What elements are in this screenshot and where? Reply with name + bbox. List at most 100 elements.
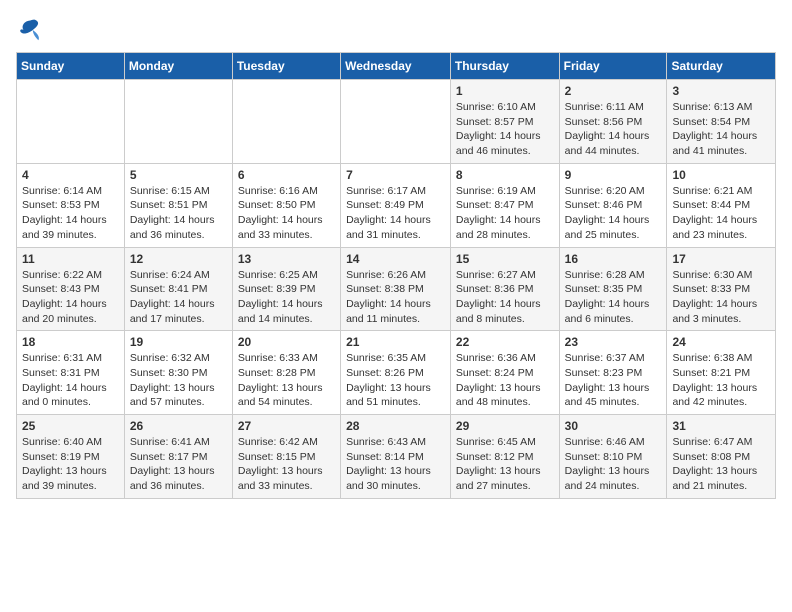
calendar-header-thursday: Thursday bbox=[450, 53, 559, 80]
day-info: Sunrise: 6:47 AM Sunset: 8:08 PM Dayligh… bbox=[672, 435, 770, 494]
day-number: 28 bbox=[346, 419, 445, 433]
calendar-cell: 13 Sunrise: 6:25 AM Sunset: 8:39 PM Dayli… bbox=[232, 247, 340, 331]
day-number: 19 bbox=[130, 335, 227, 349]
day-info: Sunrise: 6:17 AM Sunset: 8:49 PM Dayligh… bbox=[346, 184, 445, 243]
calendar-week-row: 4 Sunrise: 6:14 AM Sunset: 8:53 PM Daylig… bbox=[17, 163, 776, 247]
day-info: Sunrise: 6:20 AM Sunset: 8:46 PM Dayligh… bbox=[565, 184, 662, 243]
calendar-header-row: SundayMondayTuesdayWednesdayThursdayFrid… bbox=[17, 53, 776, 80]
calendar-cell: 17 Sunrise: 6:30 AM Sunset: 8:33 PM Dayli… bbox=[667, 247, 776, 331]
calendar-week-row: 1Sunrise: 6:10 AM Sunset: 8:57 PM Daylig… bbox=[17, 80, 776, 164]
calendar-cell: 21Sunrise: 6:35 AM Sunset: 8:26 PM Dayli… bbox=[341, 331, 451, 415]
calendar-cell: 25 Sunrise: 6:40 AM Sunset: 8:19 PM Dayli… bbox=[17, 415, 125, 499]
calendar-cell: 29 Sunrise: 6:45 AM Sunset: 8:12 PM Dayli… bbox=[450, 415, 559, 499]
day-info: Sunrise: 6:14 AM Sunset: 8:53 PM Dayligh… bbox=[22, 184, 119, 243]
day-number: 18 bbox=[22, 335, 119, 349]
calendar-cell: 27 Sunrise: 6:42 AM Sunset: 8:15 PM Dayli… bbox=[232, 415, 340, 499]
day-info: Sunrise: 6:25 AM Sunset: 8:39 PM Dayligh… bbox=[238, 268, 335, 327]
day-info: Sunrise: 6:31 AM Sunset: 8:31 PM Dayligh… bbox=[22, 351, 119, 410]
day-number: 15 bbox=[456, 252, 554, 266]
day-info: Sunrise: 6:27 AM Sunset: 8:36 PM Dayligh… bbox=[456, 268, 554, 327]
day-info: Sunrise: 6:41 AM Sunset: 8:17 PM Dayligh… bbox=[130, 435, 227, 494]
day-info: Sunrise: 6:38 AM Sunset: 8:21 PM Dayligh… bbox=[672, 351, 770, 410]
calendar-cell: 1Sunrise: 6:10 AM Sunset: 8:57 PM Daylig… bbox=[450, 80, 559, 164]
calendar-cell: 9 Sunrise: 6:20 AM Sunset: 8:46 PM Daylig… bbox=[559, 163, 667, 247]
day-number: 7 bbox=[346, 168, 445, 182]
calendar-cell bbox=[17, 80, 125, 164]
calendar-cell: 3Sunrise: 6:13 AM Sunset: 8:54 PM Daylig… bbox=[667, 80, 776, 164]
day-info: Sunrise: 6:40 AM Sunset: 8:19 PM Dayligh… bbox=[22, 435, 119, 494]
day-info: Sunrise: 6:13 AM Sunset: 8:54 PM Dayligh… bbox=[672, 100, 770, 159]
day-number: 25 bbox=[22, 419, 119, 433]
calendar-cell: 2 Sunrise: 6:11 AM Sunset: 8:56 PM Daylig… bbox=[559, 80, 667, 164]
calendar-header-saturday: Saturday bbox=[667, 53, 776, 80]
day-info: Sunrise: 6:30 AM Sunset: 8:33 PM Dayligh… bbox=[672, 268, 770, 327]
calendar-week-row: 18 Sunrise: 6:31 AM Sunset: 8:31 PM Dayli… bbox=[17, 331, 776, 415]
calendar-cell: 18 Sunrise: 6:31 AM Sunset: 8:31 PM Dayli… bbox=[17, 331, 125, 415]
calendar-cell: 11 Sunrise: 6:22 AM Sunset: 8:43 PM Dayli… bbox=[17, 247, 125, 331]
calendar-header-tuesday: Tuesday bbox=[232, 53, 340, 80]
calendar-cell: 10 Sunrise: 6:21 AM Sunset: 8:44 PM Dayli… bbox=[667, 163, 776, 247]
calendar-cell bbox=[341, 80, 451, 164]
day-number: 30 bbox=[565, 419, 662, 433]
day-info: Sunrise: 6:32 AM Sunset: 8:30 PM Dayligh… bbox=[130, 351, 227, 410]
day-number: 21 bbox=[346, 335, 445, 349]
calendar-cell: 30 Sunrise: 6:46 AM Sunset: 8:10 PM Dayli… bbox=[559, 415, 667, 499]
day-number: 23 bbox=[565, 335, 662, 349]
day-info: Sunrise: 6:42 AM Sunset: 8:15 PM Dayligh… bbox=[238, 435, 335, 494]
calendar-cell: 28 Sunrise: 6:43 AM Sunset: 8:14 PM Dayli… bbox=[341, 415, 451, 499]
calendar-cell: 20 Sunrise: 6:33 AM Sunset: 8:28 PM Dayli… bbox=[232, 331, 340, 415]
day-info: Sunrise: 6:24 AM Sunset: 8:41 PM Dayligh… bbox=[130, 268, 227, 327]
day-number: 1 bbox=[456, 84, 554, 98]
day-number: 2 bbox=[565, 84, 662, 98]
day-number: 14 bbox=[346, 252, 445, 266]
day-number: 12 bbox=[130, 252, 227, 266]
day-info: Sunrise: 6:36 AM Sunset: 8:24 PM Dayligh… bbox=[456, 351, 554, 410]
calendar-cell: 26 Sunrise: 6:41 AM Sunset: 8:17 PM Dayli… bbox=[124, 415, 232, 499]
day-number: 4 bbox=[22, 168, 119, 182]
calendar-cell: 24Sunrise: 6:38 AM Sunset: 8:21 PM Dayli… bbox=[667, 331, 776, 415]
day-number: 9 bbox=[565, 168, 662, 182]
calendar-table: SundayMondayTuesdayWednesdayThursdayFrid… bbox=[16, 52, 776, 499]
calendar-cell: 5 Sunrise: 6:15 AM Sunset: 8:51 PM Daylig… bbox=[124, 163, 232, 247]
day-info: Sunrise: 6:22 AM Sunset: 8:43 PM Dayligh… bbox=[22, 268, 119, 327]
day-number: 26 bbox=[130, 419, 227, 433]
day-number: 17 bbox=[672, 252, 770, 266]
calendar-cell: 19 Sunrise: 6:32 AM Sunset: 8:30 PM Dayli… bbox=[124, 331, 232, 415]
calendar-cell bbox=[124, 80, 232, 164]
day-info: Sunrise: 6:19 AM Sunset: 8:47 PM Dayligh… bbox=[456, 184, 554, 243]
calendar-cell: 22 Sunrise: 6:36 AM Sunset: 8:24 PM Dayli… bbox=[450, 331, 559, 415]
day-number: 5 bbox=[130, 168, 227, 182]
calendar-cell: 31 Sunrise: 6:47 AM Sunset: 8:08 PM Dayli… bbox=[667, 415, 776, 499]
calendar-header-friday: Friday bbox=[559, 53, 667, 80]
day-info: Sunrise: 6:37 AM Sunset: 8:23 PM Dayligh… bbox=[565, 351, 662, 410]
day-info: Sunrise: 6:21 AM Sunset: 8:44 PM Dayligh… bbox=[672, 184, 770, 243]
logo-icon bbox=[16, 16, 44, 44]
day-number: 10 bbox=[672, 168, 770, 182]
calendar-cell: 7 Sunrise: 6:17 AM Sunset: 8:49 PM Daylig… bbox=[341, 163, 451, 247]
day-number: 16 bbox=[565, 252, 662, 266]
day-number: 11 bbox=[22, 252, 119, 266]
day-number: 22 bbox=[456, 335, 554, 349]
calendar-cell: 8 Sunrise: 6:19 AM Sunset: 8:47 PM Daylig… bbox=[450, 163, 559, 247]
day-number: 31 bbox=[672, 419, 770, 433]
day-number: 8 bbox=[456, 168, 554, 182]
calendar-cell: 15 Sunrise: 6:27 AM Sunset: 8:36 PM Dayli… bbox=[450, 247, 559, 331]
day-info: Sunrise: 6:43 AM Sunset: 8:14 PM Dayligh… bbox=[346, 435, 445, 494]
calendar-week-row: 25 Sunrise: 6:40 AM Sunset: 8:19 PM Dayli… bbox=[17, 415, 776, 499]
day-number: 29 bbox=[456, 419, 554, 433]
calendar-cell: 23 Sunrise: 6:37 AM Sunset: 8:23 PM Dayli… bbox=[559, 331, 667, 415]
day-info: Sunrise: 6:16 AM Sunset: 8:50 PM Dayligh… bbox=[238, 184, 335, 243]
day-info: Sunrise: 6:46 AM Sunset: 8:10 PM Dayligh… bbox=[565, 435, 662, 494]
day-info: Sunrise: 6:45 AM Sunset: 8:12 PM Dayligh… bbox=[456, 435, 554, 494]
day-number: 27 bbox=[238, 419, 335, 433]
calendar-cell: 4 Sunrise: 6:14 AM Sunset: 8:53 PM Daylig… bbox=[17, 163, 125, 247]
calendar-cell: 14Sunrise: 6:26 AM Sunset: 8:38 PM Dayli… bbox=[341, 247, 451, 331]
day-info: Sunrise: 6:33 AM Sunset: 8:28 PM Dayligh… bbox=[238, 351, 335, 410]
calendar-header-monday: Monday bbox=[124, 53, 232, 80]
day-number: 13 bbox=[238, 252, 335, 266]
day-info: Sunrise: 6:11 AM Sunset: 8:56 PM Dayligh… bbox=[565, 100, 662, 159]
calendar-cell: 12 Sunrise: 6:24 AM Sunset: 8:41 PM Dayli… bbox=[124, 247, 232, 331]
day-info: Sunrise: 6:28 AM Sunset: 8:35 PM Dayligh… bbox=[565, 268, 662, 327]
day-number: 20 bbox=[238, 335, 335, 349]
day-info: Sunrise: 6:15 AM Sunset: 8:51 PM Dayligh… bbox=[130, 184, 227, 243]
